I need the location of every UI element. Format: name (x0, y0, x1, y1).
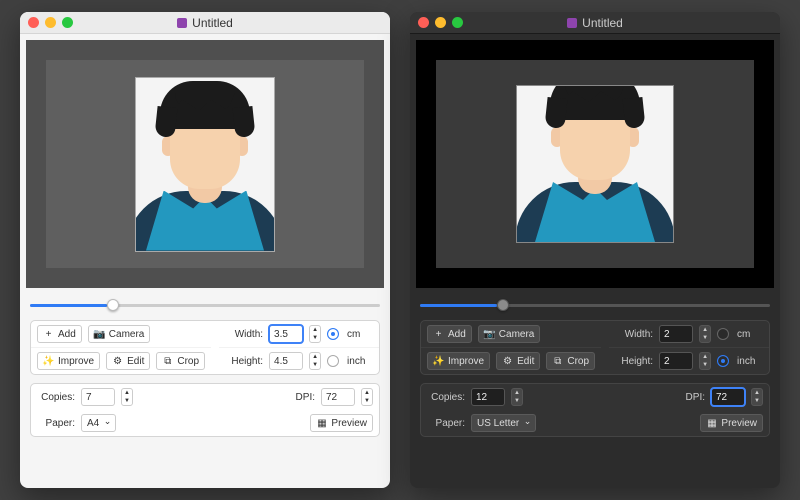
close-icon[interactable] (418, 17, 429, 28)
camera-icon: 📷 (94, 329, 105, 340)
titlebar[interactable]: Untitled (20, 12, 390, 34)
edit-button[interactable]: ⚙Edit (496, 352, 540, 370)
width-stepper[interactable]: ▲▼ (309, 325, 321, 343)
titlebar[interactable]: Untitled (410, 12, 780, 34)
window-light: Untitled +Add 📷Camera (20, 12, 390, 488)
window-title: Untitled (20, 16, 390, 30)
unit-inch-radio[interactable] (717, 355, 729, 367)
dpi-stepper[interactable]: ▲▼ (361, 388, 373, 406)
zoom-icon[interactable] (452, 17, 463, 28)
camera-icon: 📷 (484, 329, 495, 340)
unit-inch-label: inch (737, 356, 755, 367)
canvas[interactable] (26, 40, 384, 288)
width-label: Width: (615, 329, 653, 340)
width-label: Width: (225, 329, 263, 340)
copies-label: Copies: (37, 392, 75, 403)
crop-button[interactable]: ⧉Crop (156, 352, 205, 370)
preview-button[interactable]: ▦Preview (700, 414, 763, 432)
plus-icon: + (433, 329, 444, 340)
height-stepper[interactable]: ▲▼ (309, 352, 321, 370)
window-dark: Untitled +Add 📷Camera (410, 12, 780, 488)
add-button[interactable]: +Add (427, 325, 472, 343)
canvas[interactable] (416, 40, 774, 288)
crop-icon: ⧉ (162, 356, 173, 367)
unit-cm-radio[interactable] (717, 328, 729, 340)
paper-select[interactable]: A4 (81, 414, 116, 432)
sliders-icon: ⚙ (502, 356, 513, 367)
preview-button[interactable]: ▦Preview (310, 414, 373, 432)
wand-icon: ✨ (433, 356, 444, 367)
unit-inch-label: inch (347, 356, 365, 367)
minimize-icon[interactable] (45, 17, 56, 28)
height-input[interactable]: 2 (659, 352, 693, 370)
minimize-icon[interactable] (435, 17, 446, 28)
plus-icon: + (43, 329, 54, 340)
copies-stepper[interactable]: ▲▼ (121, 388, 133, 406)
sliders-icon: ⚙ (112, 356, 123, 367)
copies-stepper[interactable]: ▲▼ (511, 388, 523, 406)
dpi-stepper[interactable]: ▲▼ (751, 388, 763, 406)
width-input[interactable]: 2 (659, 325, 693, 343)
unit-cm-label: cm (737, 329, 750, 340)
crop-button[interactable]: ⧉Crop (546, 352, 595, 370)
zoom-icon[interactable] (62, 17, 73, 28)
add-button[interactable]: +Add (37, 325, 82, 343)
copies-input[interactable]: 7 (81, 388, 115, 406)
unit-inch-radio[interactable] (327, 355, 339, 367)
avatar-image (136, 81, 274, 251)
wand-icon: ✨ (43, 356, 54, 367)
document-icon (567, 18, 577, 28)
height-label: Height: (225, 356, 263, 367)
photo-frame[interactable] (135, 77, 275, 252)
zoom-slider[interactable] (30, 298, 380, 312)
copies-input[interactable]: 12 (471, 388, 505, 406)
dpi-label: DPI: (277, 392, 315, 403)
avatar-image (525, 85, 665, 242)
dpi-input[interactable]: 72 (711, 388, 745, 406)
grid-icon: ▦ (706, 418, 717, 429)
copies-label: Copies: (427, 392, 465, 403)
unit-cm-label: cm (347, 329, 360, 340)
height-label: Height: (615, 356, 653, 367)
paper-label: Paper: (37, 418, 75, 429)
paper-select[interactable]: US Letter (471, 414, 536, 432)
zoom-slider[interactable] (420, 298, 770, 312)
height-input[interactable]: 4.5 (269, 352, 303, 370)
window-title: Untitled (410, 16, 780, 30)
unit-cm-radio[interactable] (327, 328, 339, 340)
camera-button[interactable]: 📷Camera (478, 325, 541, 343)
close-icon[interactable] (28, 17, 39, 28)
improve-button[interactable]: ✨Improve (427, 352, 490, 370)
grid-icon: ▦ (316, 418, 327, 429)
dpi-label: DPI: (667, 392, 705, 403)
width-input[interactable]: 3.5 (269, 325, 303, 343)
crop-icon: ⧉ (552, 356, 563, 367)
document-icon (177, 18, 187, 28)
improve-button[interactable]: ✨Improve (37, 352, 100, 370)
camera-button[interactable]: 📷Camera (88, 325, 151, 343)
paper-label: Paper: (427, 418, 465, 429)
photo-frame[interactable] (516, 85, 674, 243)
width-stepper[interactable]: ▲▼ (699, 325, 711, 343)
height-stepper[interactable]: ▲▼ (699, 352, 711, 370)
dpi-input[interactable]: 72 (321, 388, 355, 406)
edit-button[interactable]: ⚙Edit (106, 352, 150, 370)
